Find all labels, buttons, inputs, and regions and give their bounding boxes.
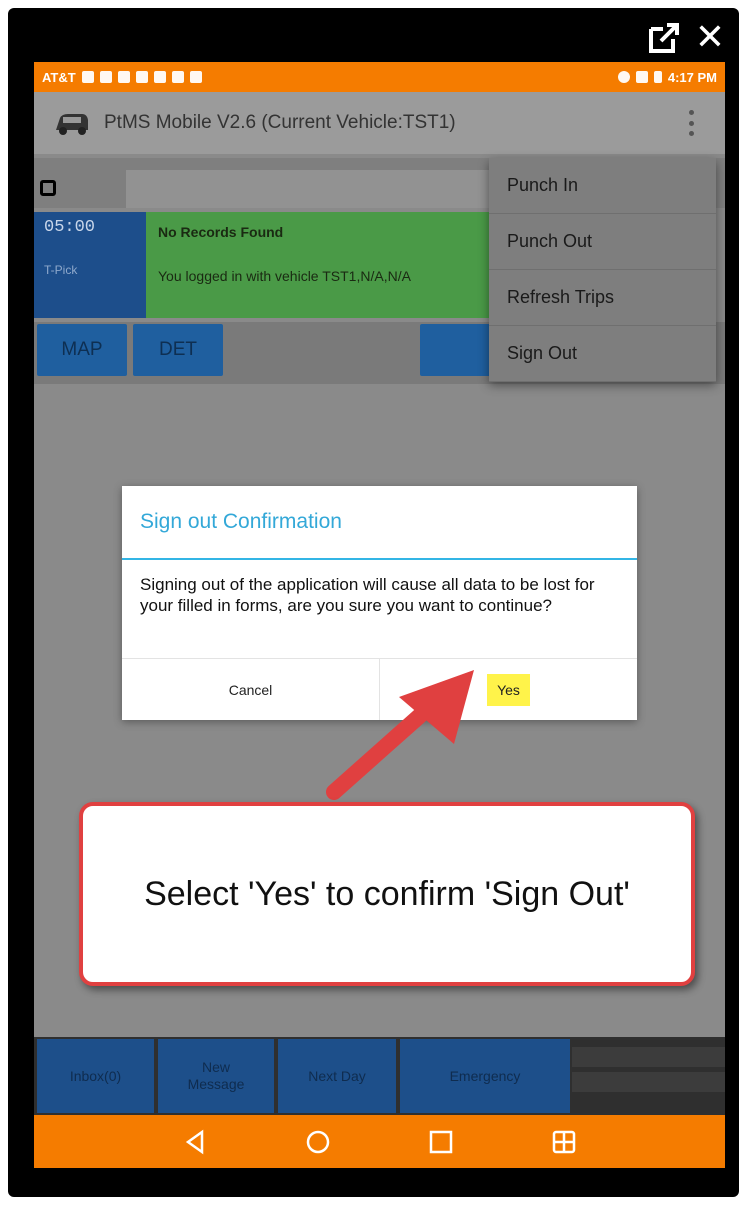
- recents-icon[interactable]: [428, 1129, 454, 1155]
- external-link-icon[interactable]: [647, 18, 681, 58]
- battery-icon: [653, 71, 662, 83]
- trip-message: You logged in with vehicle TST1,N/A,N/A: [158, 268, 411, 284]
- pointer-arrow-icon: [326, 670, 474, 800]
- home-icon[interactable]: [305, 1129, 331, 1155]
- notification-icon: [135, 71, 148, 83]
- back-icon[interactable]: [182, 1129, 208, 1155]
- notification-icon: [99, 71, 112, 83]
- close-icon[interactable]: ✕: [695, 18, 725, 58]
- notification-icon: [117, 71, 130, 83]
- window-controls: ✕: [647, 18, 725, 58]
- dialog-message: Signing out of the application will caus…: [140, 575, 595, 615]
- inbox-button[interactable]: Inbox(0): [37, 1039, 154, 1113]
- callout-text: Select 'Yes' to confirm 'Sign Out': [144, 874, 630, 913]
- overflow-menu-icon[interactable]: [689, 110, 695, 136]
- location-icon: [617, 71, 630, 83]
- trip-info-tile[interactable]: No Records Found You logged in with vehi…: [146, 212, 491, 318]
- bottom-divider: [572, 1072, 725, 1092]
- split-screen-icon[interactable]: [551, 1129, 577, 1155]
- menu-item-punch-out[interactable]: Punch Out: [489, 214, 716, 270]
- trip-time: 05:00: [44, 218, 96, 237]
- trip-time-tile[interactable]: 05:00 T-Pick: [34, 212, 146, 318]
- instruction-callout: Select 'Yes' to confirm 'Sign Out': [79, 802, 695, 986]
- menu-item-punch-in[interactable]: Punch In: [489, 158, 716, 214]
- app-title: PtMS Mobile V2.6 (Current Vehicle:TST1): [104, 112, 456, 133]
- notification-icon: [171, 71, 184, 83]
- carrier-label: AT&T: [42, 69, 76, 85]
- bottom-divider: [572, 1047, 725, 1067]
- checkbox-button[interactable]: [420, 324, 492, 376]
- phone-screen: AT&T 4:17 PM PtMS Mobile V2.6 (Current V…: [34, 62, 725, 1168]
- emergency-button[interactable]: Emergency: [400, 1039, 570, 1113]
- signal-icon: [635, 71, 648, 83]
- new-message-line2: Message: [187, 1076, 245, 1092]
- app-bar: PtMS Mobile V2.6 (Current Vehicle:TST1): [34, 92, 725, 154]
- navigation-bar: [34, 1115, 725, 1168]
- new-message-line1: New: [201, 1059, 230, 1075]
- download-icon: [153, 71, 166, 83]
- det-button[interactable]: DET: [133, 324, 223, 376]
- dialog-title: Sign out Confirmation: [122, 486, 637, 560]
- vehicle-icon: [56, 114, 88, 135]
- trip-type: T-Pick: [44, 263, 78, 277]
- cancel-label: Cancel: [228, 681, 273, 698]
- overflow-menu: Punch In Punch Out Refresh Trips Sign Ou…: [489, 158, 716, 382]
- map-button[interactable]: MAP: [37, 324, 127, 376]
- new-message-button[interactable]: New Message: [158, 1039, 274, 1113]
- notification-icon: [189, 71, 202, 83]
- menu-item-sign-out[interactable]: Sign Out: [489, 326, 716, 382]
- menu-item-refresh-trips[interactable]: Refresh Trips: [489, 270, 716, 326]
- status-time: 4:17 PM: [667, 69, 717, 85]
- next-day-button[interactable]: Next Day: [278, 1039, 396, 1113]
- trip-title: No Records Found: [158, 224, 284, 240]
- status-toggle-icon[interactable]: [40, 180, 56, 196]
- status-bar: AT&T 4:17 PM: [34, 62, 725, 92]
- notification-icon: [81, 71, 94, 83]
- filter-bar: [126, 170, 506, 208]
